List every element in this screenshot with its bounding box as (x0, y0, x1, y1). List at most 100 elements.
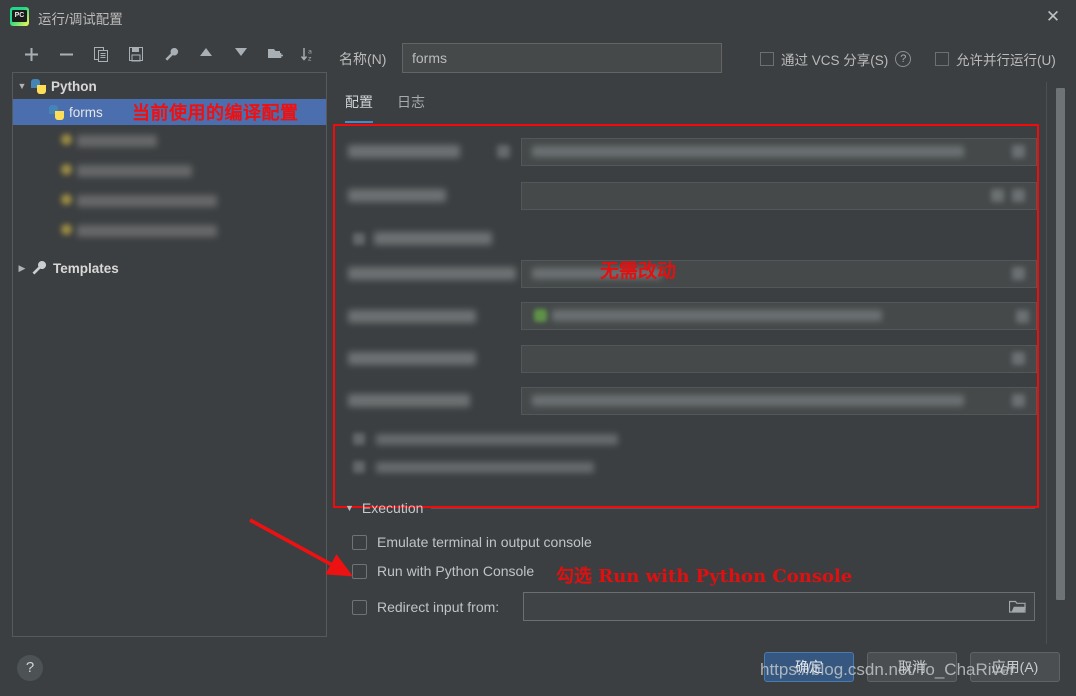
execution-section-title: Execution (361, 500, 424, 516)
run-with-python-console-checkbox[interactable] (352, 563, 367, 579)
pane-divider (1046, 82, 1047, 644)
remove-configuration-button[interactable] (53, 42, 79, 68)
tree-item-templates[interactable]: ▶ Templates (13, 255, 326, 281)
vertical-scrollbar-thumb[interactable] (1056, 88, 1065, 600)
save-configuration-button[interactable] (123, 42, 149, 68)
name-input[interactable]: forms (402, 43, 722, 73)
allow-parallel-label: 允许并行运行(U) (956, 53, 1056, 68)
copy-icon (93, 47, 108, 62)
watermark-text: https://blog.csdn.net/To_ChaRiver (760, 660, 1016, 679)
title-bar: 运行/调试配置 ✕ (0, 0, 1076, 34)
add-source-roots-label-blurred (376, 462, 594, 473)
arrow-up-icon (200, 48, 212, 56)
name-field-label: 名称(N) (339, 51, 387, 67)
tree-item-python-root[interactable]: ▼ Python (13, 73, 326, 99)
share-vcs-option[interactable]: 通过 VCS 分享(S) ? (760, 49, 912, 69)
add-content-roots-checkbox[interactable] (353, 433, 365, 445)
tree-item-blurred-2[interactable] (13, 159, 326, 193)
add-source-roots-checkbox[interactable] (353, 461, 365, 473)
emulate-terminal-row[interactable]: Emulate terminal in output console (352, 534, 592, 550)
parameters-expand-icon[interactable] (1012, 189, 1025, 202)
allow-parallel-option[interactable]: 允许并行运行(U) (935, 49, 1056, 69)
copy-configuration-button[interactable] (88, 42, 114, 68)
edit-templates-button[interactable] (158, 42, 184, 68)
execution-section-header[interactable]: ▼ Execution (345, 500, 1035, 516)
script-path-browse-icon[interactable] (1012, 145, 1025, 158)
folder-plus-icon (268, 49, 283, 58)
pycharm-icon (10, 7, 29, 26)
tree-item-label: forms (69, 104, 103, 120)
tree-item-label: Templates (53, 260, 119, 276)
working-directory-value-blurred (532, 395, 964, 406)
interpreter-options-input[interactable] (521, 345, 1037, 373)
wrench-icon (32, 260, 47, 275)
python-interpreter-label (348, 310, 476, 323)
annotation-no-change: 无需改动 (600, 260, 677, 282)
folder-icon[interactable] (1009, 600, 1026, 614)
share-vcs-label: 通过 VCS 分享(S) (781, 53, 889, 68)
environment-variables-label (348, 267, 516, 280)
tree-item-label-blurred (77, 195, 217, 207)
python-icon (49, 104, 64, 120)
python-icon-blurred (61, 134, 72, 145)
tree-item-blurred-3[interactable] (13, 193, 326, 227)
tree-item-label: Python (51, 78, 97, 94)
redirect-input-row[interactable]: Redirect input from: (352, 599, 499, 615)
help-button[interactable]: ? (17, 655, 43, 681)
configurations-tree[interactable]: ▼ Python forms ▶ Templates (12, 72, 327, 637)
redirect-input-field[interactable] (523, 592, 1035, 621)
interpreter-icon-blurred (534, 309, 547, 322)
redirect-input-checkbox[interactable] (352, 599, 367, 615)
tab-logs[interactable]: 日志 (397, 92, 425, 123)
python-icon-blurred (61, 194, 72, 205)
interpreter-options-expand-icon[interactable] (1012, 352, 1025, 365)
tab-configuration[interactable]: 配置 (345, 92, 373, 123)
svg-text:z: z (308, 55, 312, 63)
python-icon-blurred (61, 224, 72, 235)
allow-parallel-checkbox[interactable] (935, 52, 949, 66)
python-interpreter-value-blurred (552, 310, 882, 321)
move-down-button[interactable] (228, 42, 254, 68)
minus-icon (59, 53, 73, 56)
annotation-check-console: 勾选 Run with Python Console (556, 566, 853, 587)
configurations-toolbar: a z (12, 40, 328, 70)
python-icon (31, 78, 46, 94)
chevron-right-icon[interactable]: ▶ (13, 263, 31, 274)
sort-az-icon: a z (300, 48, 312, 63)
python-interpreter-chevron-icon[interactable] (1016, 310, 1029, 323)
environment-section-label (374, 232, 492, 245)
tree-item-blurred-1[interactable] (13, 125, 326, 159)
share-vcs-checkbox[interactable] (760, 52, 774, 66)
parameters-label (348, 189, 446, 202)
chevron-down-icon[interactable]: ▼ (345, 503, 354, 513)
section-divider (431, 507, 1035, 509)
move-up-button[interactable] (193, 42, 219, 68)
parameters-input[interactable] (521, 182, 1037, 210)
chevron-down-icon[interactable]: ▼ (13, 81, 31, 91)
configuration-form-blurred (336, 128, 1041, 506)
save-icon (128, 47, 143, 62)
run-with-python-console-row[interactable]: Run with Python Console (352, 563, 534, 579)
annotation-selected-config: 当前使用的编译配置 (132, 103, 299, 124)
close-icon[interactable]: ✕ (1042, 6, 1064, 28)
run-debug-configurations-dialog: 运行/调试配置 ✕ (0, 0, 1076, 696)
interpreter-options-label (348, 352, 476, 365)
wrench-icon (164, 47, 178, 61)
add-configuration-button[interactable] (18, 42, 44, 68)
working-directory-browse-icon[interactable] (1012, 394, 1025, 407)
run-with-python-console-label: Run with Python Console (377, 563, 535, 579)
tree-item-label-blurred (77, 225, 217, 237)
tree-item-label-blurred (77, 165, 192, 177)
script-path-label (348, 145, 460, 158)
parameters-macro-icon[interactable] (991, 189, 1004, 202)
new-folder-button[interactable] (263, 42, 289, 68)
environment-variables-browse-icon[interactable] (1012, 267, 1025, 280)
add-content-roots-label-blurred (376, 434, 618, 445)
sort-configurations-button[interactable]: a z (295, 42, 321, 68)
configuration-tabs: 配置 日志 (345, 92, 425, 123)
question-mark-icon[interactable]: ? (895, 51, 912, 67)
emulate-terminal-label: Emulate terminal in output console (377, 534, 592, 550)
emulate-terminal-checkbox[interactable] (352, 534, 367, 550)
environment-section-arrow[interactable] (353, 233, 365, 245)
script-path-extra-icon[interactable] (497, 145, 510, 158)
